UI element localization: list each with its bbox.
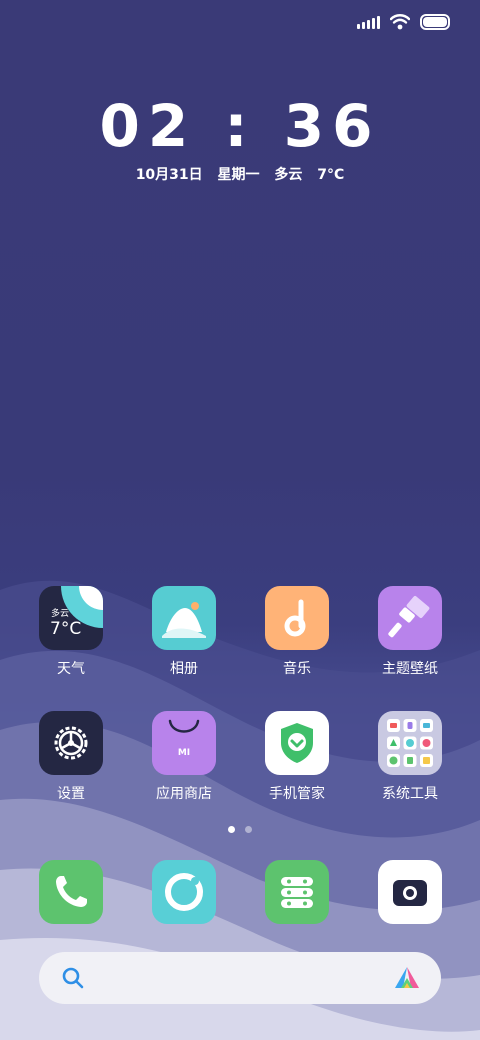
- page-dot-1[interactable]: [228, 826, 235, 833]
- temperature-text: 7°C: [317, 167, 345, 183]
- page-dot-2[interactable]: [245, 826, 252, 833]
- settings-icon: [39, 711, 103, 775]
- app-label: 设置: [57, 786, 85, 802]
- app-store-icon: MI: [152, 711, 216, 775]
- signal-icon: [357, 15, 380, 29]
- app-weather[interactable]: 多云 7°C 天气: [16, 586, 126, 678]
- clock-time[interactable]: 02 : 36: [0, 92, 480, 160]
- dock-browser[interactable]: [129, 860, 239, 924]
- dock-camera[interactable]: [355, 860, 465, 924]
- app-security[interactable]: 手机管家: [242, 711, 352, 803]
- mi-logo: MI: [177, 748, 191, 758]
- app-label: 天气: [57, 661, 85, 677]
- app-themes[interactable]: 主题壁纸: [355, 586, 465, 678]
- camera-icon: [378, 860, 442, 924]
- app-folder-system-tools[interactable]: 系统工具: [355, 711, 465, 803]
- browser-icon: [152, 860, 216, 924]
- gallery-icon: [152, 586, 216, 650]
- assistant-icon[interactable]: [393, 964, 421, 992]
- status-bar: [357, 12, 450, 32]
- battery-icon: [420, 14, 450, 30]
- app-settings[interactable]: 设置: [16, 711, 126, 803]
- app-label: 系统工具: [382, 786, 438, 802]
- folder-icon: [378, 711, 442, 775]
- search-icon: [62, 967, 84, 989]
- weather-icon-condition: 多云: [51, 609, 70, 619]
- app-label: 音乐: [283, 661, 311, 677]
- messages-icon: [265, 860, 329, 924]
- app-label: 应用商店: [156, 786, 212, 802]
- app-label: 主题壁纸: [382, 661, 438, 677]
- app-music[interactable]: 音乐: [242, 586, 352, 678]
- weekday-text: 星期一: [217, 167, 260, 183]
- theme-icon: [378, 586, 442, 650]
- weather-icon: 多云 7°C: [39, 586, 103, 650]
- app-store[interactable]: MI 应用商店: [129, 711, 239, 803]
- date-line[interactable]: 10月31日 星期一 多云 7°C: [0, 164, 480, 184]
- app-label: 相册: [170, 661, 198, 677]
- dock-phone[interactable]: [16, 860, 126, 924]
- security-icon: [265, 711, 329, 775]
- page-indicator[interactable]: [0, 826, 480, 833]
- weather-text: 多云: [274, 167, 303, 183]
- date-text: 10月31日: [135, 167, 203, 183]
- phone-icon: [39, 860, 103, 924]
- music-icon: [265, 586, 329, 650]
- search-bar[interactable]: [39, 952, 441, 1004]
- dock-messages[interactable]: [242, 860, 352, 924]
- weather-icon-temp: 7°C: [50, 619, 82, 639]
- wifi-icon: [390, 14, 410, 30]
- app-label: 手机管家: [269, 786, 325, 802]
- app-gallery[interactable]: 相册: [129, 586, 239, 678]
